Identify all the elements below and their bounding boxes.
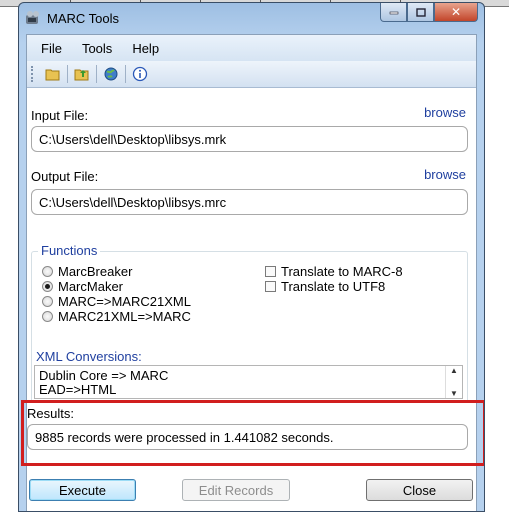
radio-marcbreaker[interactable]: MarcBreaker — [42, 264, 132, 279]
toolbar-separator — [67, 65, 68, 83]
xml-conversions-title: XML Conversions: — [36, 349, 142, 364]
title-bar[interactable]: MARC Tools ✕ — [19, 3, 484, 33]
info-button[interactable] — [129, 64, 151, 84]
toolbar-separator — [125, 65, 126, 83]
maximize-icon — [415, 7, 426, 17]
input-file-field[interactable]: C:\Users\dell\Desktop\libsys.mrk — [31, 126, 468, 152]
radio-label: MARC=>MARC21XML — [58, 294, 191, 309]
input-browse-link[interactable]: browse — [424, 105, 466, 120]
list-item[interactable]: EAD=>HTML — [39, 382, 116, 397]
toolbar-separator — [96, 65, 97, 83]
menu-help[interactable]: Help — [132, 41, 159, 56]
results-label: Results: — [27, 406, 74, 421]
execute-button[interactable]: Execute — [29, 479, 136, 501]
globe-button[interactable] — [100, 64, 122, 84]
scroll-up-icon[interactable]: ▲ — [450, 366, 458, 375]
check-translate-marc8[interactable]: Translate to MARC-8 — [265, 264, 403, 279]
client-area: File Tools Help Input File: browse C:\Us… — [21, 34, 484, 511]
close-button[interactable]: Close — [366, 479, 473, 501]
info-icon — [132, 66, 148, 82]
save-folder-icon — [74, 69, 89, 81]
app-icon — [25, 10, 41, 26]
minimize-icon — [389, 11, 398, 15]
globe-icon — [104, 67, 118, 81]
maximize-button[interactable] — [407, 3, 434, 22]
radio-label: MARC21XML=>MARC — [58, 309, 191, 324]
scroll-down-icon[interactable]: ▼ — [450, 389, 458, 398]
radio-button[interactable] — [42, 311, 53, 322]
radio-marcmaker[interactable]: MarcMaker — [42, 279, 123, 294]
functions-group: Functions MarcBreaker MarcMaker MARC=>MA… — [31, 243, 468, 403]
checkbox[interactable] — [265, 281, 276, 292]
checkbox[interactable] — [265, 266, 276, 277]
menu-tools[interactable]: Tools — [82, 41, 112, 56]
list-scrollbar[interactable]: ▲ ▼ — [445, 366, 462, 398]
toolbar — [27, 61, 476, 88]
results-field[interactable]: 9885 records were processed in 1.441082 … — [27, 424, 468, 450]
toolbar-grip[interactable] — [31, 66, 36, 82]
xml-conversions-list[interactable]: Dublin Core => MARC EAD=>HTML ▲ ▼ — [34, 365, 463, 399]
checkbox-label: Translate to MARC-8 — [281, 264, 403, 279]
menu-bar: File Tools Help — [27, 35, 476, 61]
functions-group-title: Functions — [38, 243, 101, 258]
output-browse-link[interactable]: browse — [424, 167, 466, 182]
minimize-button[interactable] — [380, 3, 407, 22]
list-item[interactable]: Dublin Core => MARC — [39, 368, 168, 383]
save-folder-button[interactable] — [71, 64, 93, 84]
radio-marc21xml-to-marc[interactable]: MARC21XML=>MARC — [42, 309, 191, 324]
radio-button[interactable] — [42, 266, 53, 277]
close-window-button[interactable]: ✕ — [434, 3, 478, 22]
edit-records-button[interactable]: Edit Records — [182, 479, 290, 501]
radio-button-selected[interactable] — [42, 281, 53, 292]
marc-tools-window: MARC Tools ✕ File Tools Help Input File:… — [18, 2, 485, 512]
check-translate-utf8[interactable]: Translate to UTF8 — [265, 279, 385, 294]
radio-label: MarcBreaker — [58, 264, 133, 279]
open-folder-button[interactable] — [42, 64, 64, 84]
open-folder-icon — [45, 69, 60, 81]
radio-button[interactable] — [42, 296, 53, 307]
window-title: MARC Tools — [47, 11, 120, 26]
radio-marc-to-marc21xml[interactable]: MARC=>MARC21XML — [42, 294, 191, 309]
close-icon: ✕ — [450, 5, 462, 19]
menu-file[interactable]: File — [41, 41, 62, 56]
checkbox-label: Translate to UTF8 — [281, 279, 386, 294]
output-file-field[interactable]: C:\Users\dell\Desktop\libsys.mrc — [31, 189, 468, 215]
input-file-label: Input File: — [31, 108, 89, 123]
output-file-label: Output File: — [31, 169, 99, 184]
radio-label: MarcMaker — [58, 279, 124, 294]
